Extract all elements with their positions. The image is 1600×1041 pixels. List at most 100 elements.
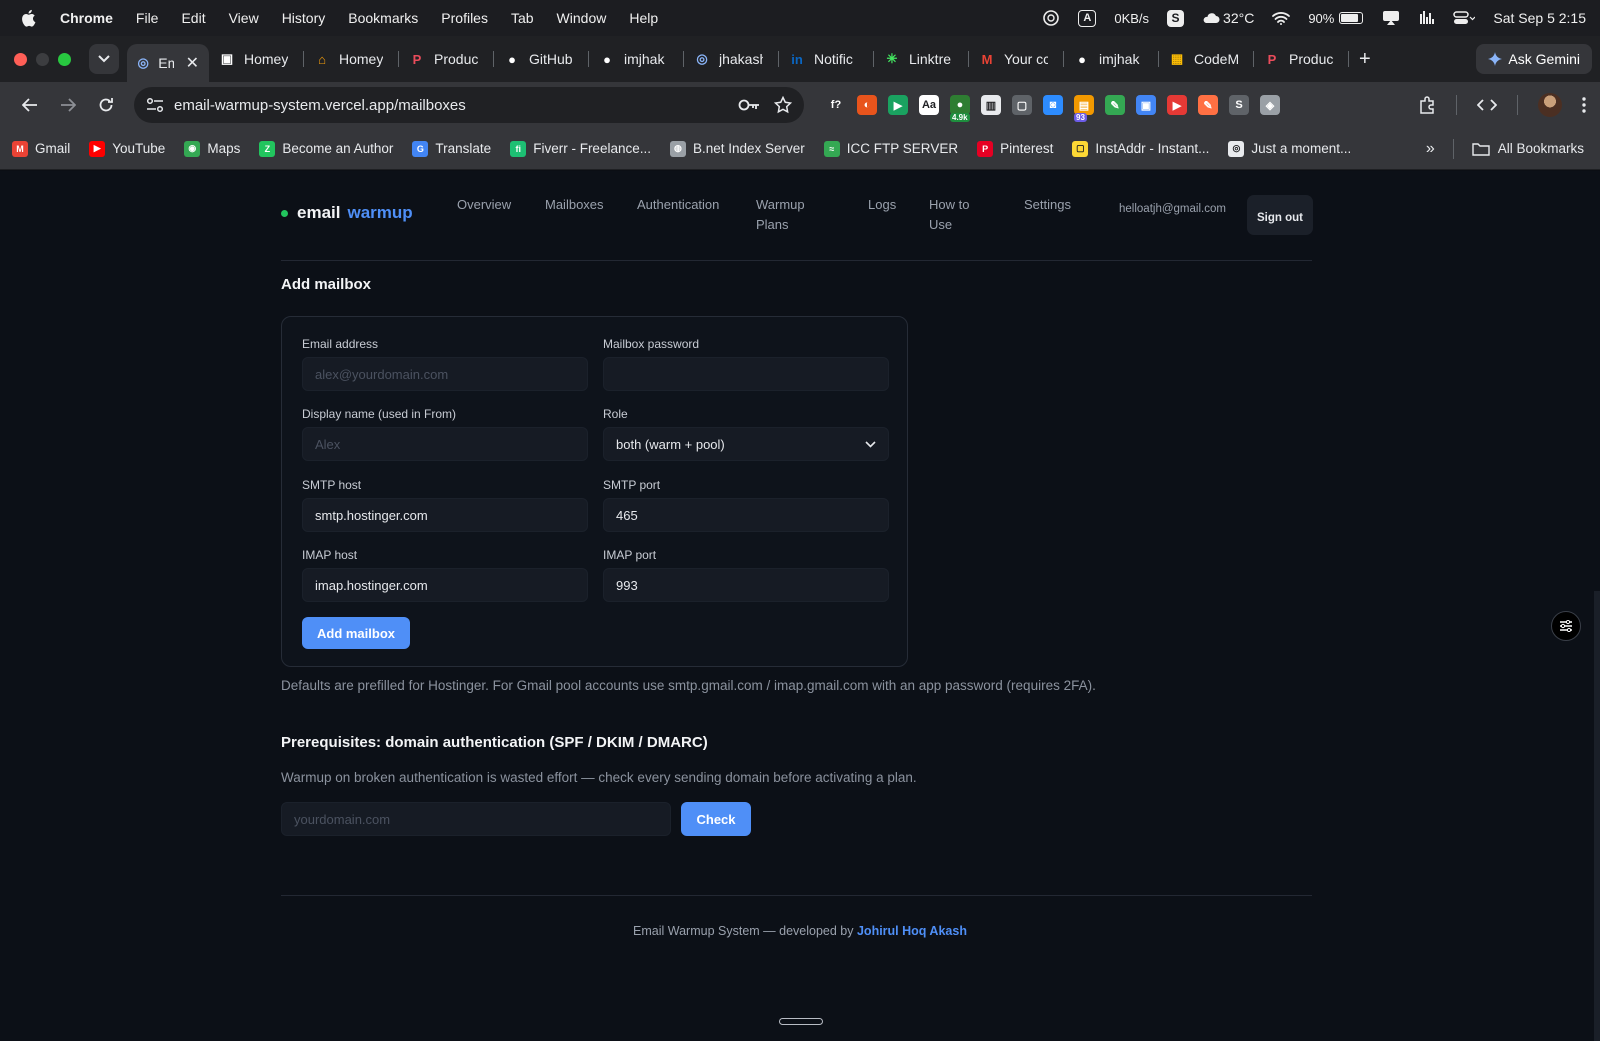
extensions-puzzle-icon[interactable]: [1418, 96, 1436, 114]
nav-authentication[interactable]: Authentication: [637, 195, 719, 215]
brand-logo[interactable]: email warmup: [281, 203, 413, 223]
tab[interactable]: P Produc: [399, 42, 494, 76]
menu-app-name[interactable]: Chrome: [60, 10, 113, 26]
close-tab-icon[interactable]: ✕: [186, 53, 199, 73]
bookmark-item[interactable]: ▢ InstAddr - Instant...: [1072, 140, 1209, 157]
nav-mailboxes[interactable]: Mailboxes: [545, 195, 604, 215]
bookmark-item[interactable]: M Gmail: [12, 140, 70, 157]
all-bookmarks-button[interactable]: All Bookmarks: [1472, 141, 1584, 156]
footer-author-link[interactable]: Johirul Hoq Akash: [857, 924, 967, 938]
email-field[interactable]: [302, 357, 588, 391]
imap-port-field[interactable]: [603, 568, 889, 602]
check-domain-button[interactable]: Check: [681, 802, 751, 836]
wifi-icon[interactable]: [1272, 11, 1291, 25]
openai-icon[interactable]: [1042, 9, 1060, 27]
nav-overview[interactable]: Overview: [457, 195, 511, 215]
back-button[interactable]: [14, 89, 46, 121]
tab[interactable]: P Produc: [1254, 42, 1349, 76]
menu-edit[interactable]: Edit: [181, 10, 205, 26]
smtp-port-field[interactable]: [603, 498, 889, 532]
bookmark-item[interactable]: ◉ Maps: [184, 140, 240, 157]
nav-settings[interactable]: Settings: [1024, 195, 1071, 215]
control-center-icon[interactable]: [1453, 11, 1476, 25]
tab[interactable]: ✳ Linktre: [874, 42, 969, 76]
extension-icon[interactable]: ▶: [888, 95, 908, 115]
tab[interactable]: ⌂ Homey: [304, 42, 399, 76]
tab[interactable]: in Notific: [779, 42, 874, 76]
tab[interactable]: ▦ CodeM: [1159, 42, 1254, 76]
imap-host-field[interactable]: [302, 568, 588, 602]
menu-profiles[interactable]: Profiles: [441, 10, 488, 26]
menu-help[interactable]: Help: [629, 10, 658, 26]
bookmark-item[interactable]: ◍ B.net Index Server: [669, 140, 805, 157]
ask-gemini-button[interactable]: Ask Gemini: [1476, 44, 1592, 74]
address-bar[interactable]: email-warmup-system.vercel.app/mailboxes: [134, 87, 804, 123]
smtp-host-field[interactable]: [302, 498, 588, 532]
bookmark-item[interactable]: G Translate: [412, 140, 491, 157]
floating-settings-button[interactable]: [1551, 611, 1581, 641]
battery-status[interactable]: 90%: [1308, 11, 1364, 26]
bookmark-item[interactable]: fi Fiverr - Freelance...: [510, 140, 651, 157]
password-field[interactable]: [603, 357, 889, 391]
menu-file[interactable]: File: [136, 10, 159, 26]
bookmark-item[interactable]: ◎ Just a moment...: [1228, 140, 1351, 157]
tab[interactable]: ● imjhak: [1064, 42, 1159, 76]
bookmark-item[interactable]: ≈ ICC FTP SERVER: [823, 140, 958, 157]
extension-icon[interactable]: ▶: [1167, 95, 1187, 115]
display-name-field[interactable]: [302, 427, 588, 461]
extension-icon[interactable]: ▥: [981, 95, 1001, 115]
bookmark-item[interactable]: Z Become an Author: [259, 140, 393, 157]
menu-tab[interactable]: Tab: [511, 10, 534, 26]
tab[interactable]: ▣ Homey: [209, 42, 304, 76]
menu-view[interactable]: View: [229, 10, 259, 26]
extension-icon[interactable]: ◙: [1043, 95, 1063, 115]
extension-icon[interactable]: ● 4.9k: [950, 95, 970, 122]
input-source-icon[interactable]: A: [1078, 9, 1097, 27]
nav-logs[interactable]: Logs: [868, 195, 896, 215]
menu-bookmarks[interactable]: Bookmarks: [348, 10, 418, 26]
scrollbar[interactable]: [1594, 591, 1600, 1041]
devtools-code-icon[interactable]: [1477, 98, 1497, 112]
audio-meter-icon[interactable]: [1419, 10, 1435, 26]
extension-icon[interactable]: ▣: [1136, 95, 1156, 115]
bookmark-item[interactable]: ▶ YouTube: [89, 140, 165, 157]
s-app-icon[interactable]: S: [1167, 9, 1185, 27]
extension-icon[interactable]: ▢: [1012, 95, 1032, 115]
forward-button[interactable]: [52, 89, 84, 121]
extension-icon[interactable]: ✎: [1105, 95, 1125, 115]
new-tab-button[interactable]: +: [1359, 48, 1371, 71]
menu-history[interactable]: History: [282, 10, 326, 26]
zoom-window-button[interactable]: [58, 52, 71, 66]
more-bookmarks-chevron-icon[interactable]: »: [1426, 140, 1435, 158]
weather-widget[interactable]: 32°C: [1202, 10, 1254, 26]
role-select[interactable]: both (warm + pool): [603, 427, 889, 461]
bookmark-item[interactable]: P Pinterest: [977, 140, 1053, 157]
tab-active[interactable]: ◎ Em ✕: [127, 44, 209, 82]
tab-search-button[interactable]: [89, 44, 119, 74]
extension-icon[interactable]: ▤ 93: [1074, 95, 1094, 122]
profile-avatar[interactable]: [1538, 93, 1562, 117]
sign-out-button[interactable]: Sign out: [1247, 195, 1313, 235]
tab[interactable]: ● GitHub: [494, 42, 589, 76]
close-window-button[interactable]: [14, 52, 27, 66]
add-mailbox-button[interactable]: Add mailbox: [302, 617, 410, 649]
domain-input[interactable]: [281, 802, 671, 836]
more-menu-icon[interactable]: [1582, 97, 1586, 113]
extension-icon[interactable]: ◐: [857, 95, 877, 115]
tab[interactable]: M Your cc: [969, 42, 1064, 76]
clock[interactable]: Sat Sep 5 2:15: [1493, 10, 1586, 26]
extension-icon[interactable]: Aa: [919, 95, 939, 115]
nav-how-to-use[interactable]: How to Use: [929, 195, 977, 235]
extension-icon[interactable]: f?: [826, 95, 846, 115]
menu-window[interactable]: Window: [557, 10, 607, 26]
minimize-window-button[interactable]: [36, 52, 49, 66]
tab[interactable]: ◎ jhakash: [684, 42, 779, 76]
extension-icon[interactable]: S: [1229, 95, 1249, 115]
tab[interactable]: ● imjhak: [589, 42, 684, 76]
extension-icon[interactable]: ◈: [1260, 95, 1280, 115]
extension-icon[interactable]: ✎: [1198, 95, 1218, 115]
nav-warmup-plans[interactable]: Warmup Plans: [756, 195, 818, 235]
screen-mirroring-icon[interactable]: [1381, 10, 1401, 26]
reload-button[interactable]: [90, 89, 122, 121]
apple-menu-icon[interactable]: [20, 9, 38, 27]
